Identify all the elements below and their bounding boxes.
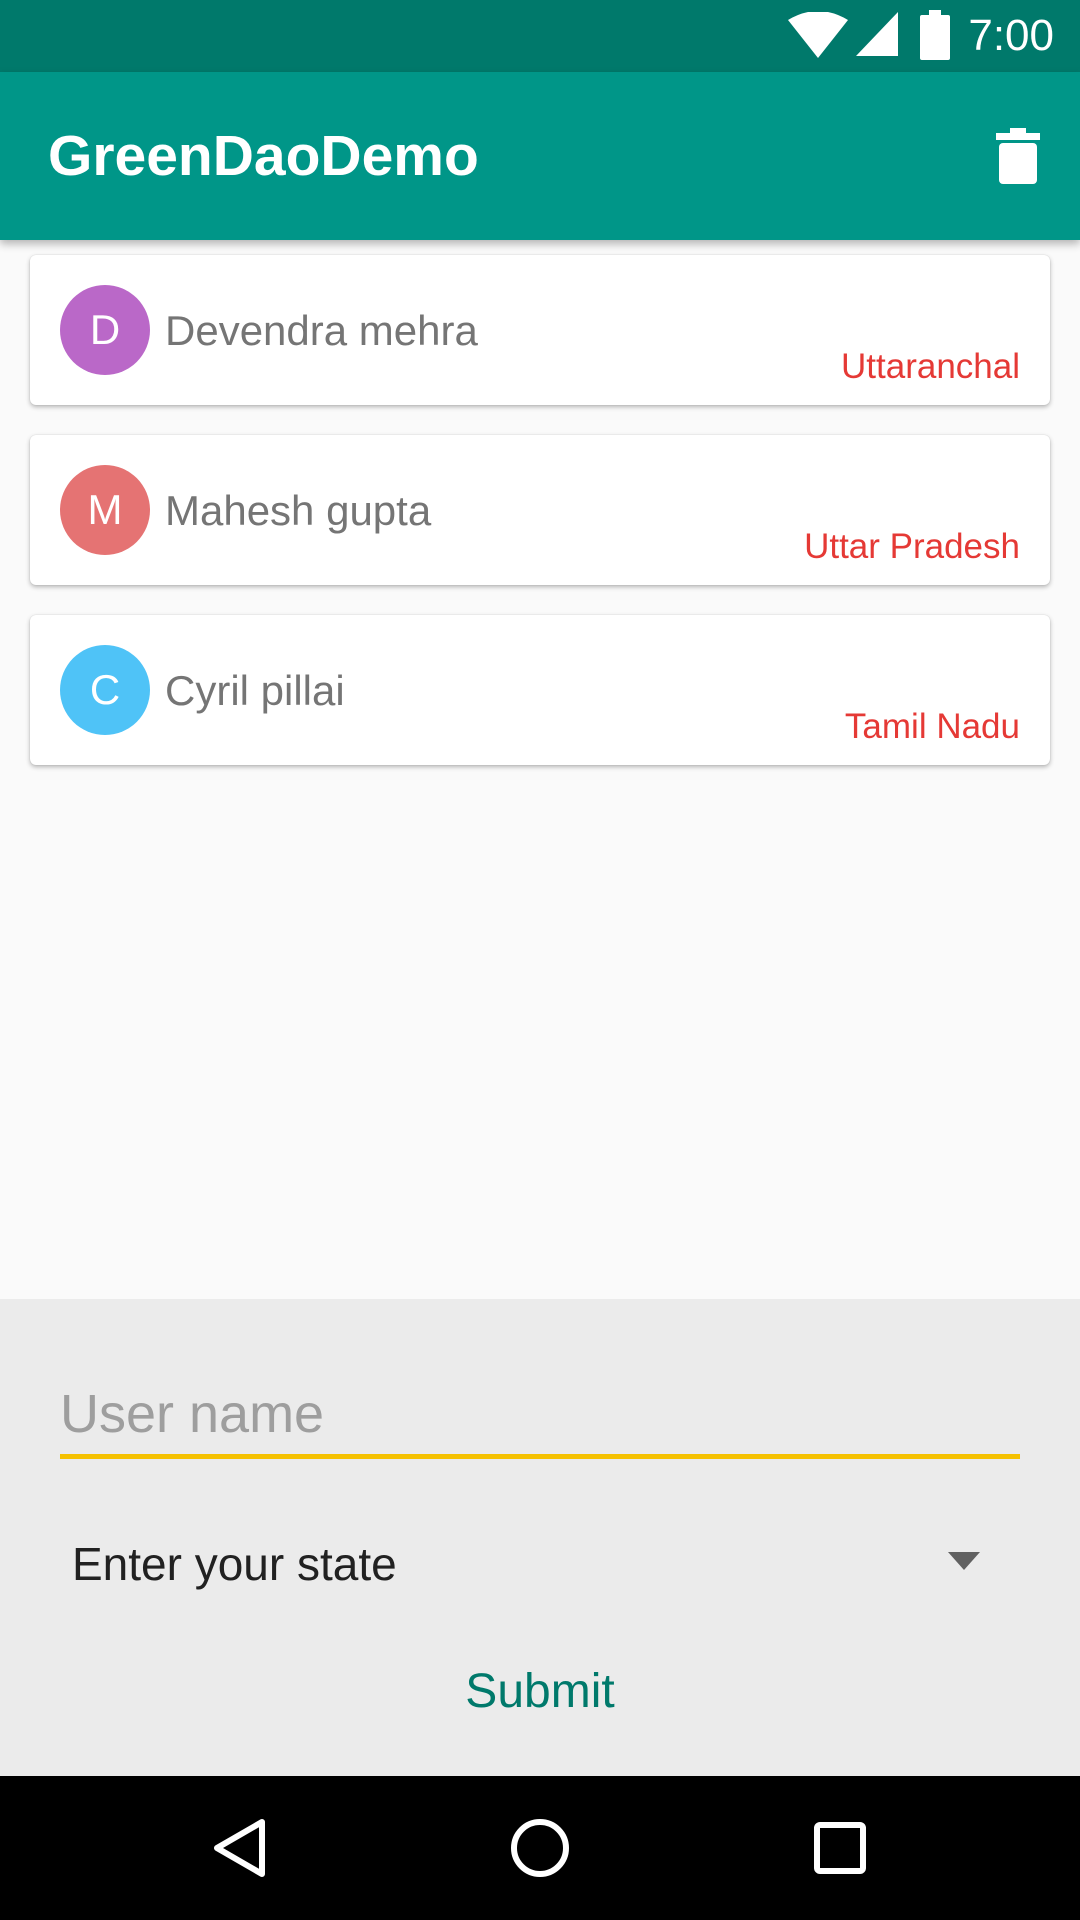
list-item[interactable]: M Mahesh gupta Uttar Pradesh [30, 435, 1050, 585]
delete-all-button[interactable] [976, 114, 1060, 198]
state-dropdown-value: Enter your state [72, 1538, 397, 1590]
home-button[interactable] [490, 1798, 590, 1898]
app-bar: GreenDaoDemo [0, 72, 1080, 240]
back-icon [214, 1819, 265, 1877]
avatar: C [60, 645, 150, 735]
user-name: Mahesh gupta [165, 487, 432, 534]
battery-icon [920, 10, 950, 60]
status-bar: 7:00 [0, 0, 1080, 72]
wifi-icon [788, 12, 848, 58]
user-name: Cyril pillai [165, 667, 345, 714]
navigation-bar [0, 1776, 1080, 1920]
state-dropdown[interactable]: Enter your state [60, 1524, 1000, 1604]
submit-button[interactable]: Submit [390, 1649, 690, 1735]
trash-icon [996, 128, 1040, 184]
signal-icon [856, 12, 898, 56]
recents-icon [814, 1822, 866, 1874]
user-state: Uttar Pradesh [804, 527, 1020, 566]
username-input[interactable] [60, 1374, 1020, 1459]
add-user-form: Enter your state Submit [0, 1299, 1080, 1776]
dropdown-arrow-icon [948, 1552, 980, 1570]
user-state: Uttaranchal [841, 347, 1020, 386]
user-state: Tamil Nadu [844, 707, 1020, 746]
recents-button[interactable] [790, 1798, 890, 1898]
app-title: GreenDaoDemo [48, 124, 479, 188]
list-item[interactable]: C Cyril pillai Tamil Nadu [30, 615, 1050, 765]
avatar: D [60, 285, 150, 375]
list-item[interactable]: D Devendra mehra Uttaranchal [30, 255, 1050, 405]
avatar: M [60, 465, 150, 555]
home-icon [511, 1819, 569, 1877]
app-screen: 7:00 GreenDaoDemo D Devendra mehra Uttar… [0, 0, 1080, 1920]
user-name: Devendra mehra [165, 307, 478, 354]
status-time: 7:00 [968, 11, 1054, 60]
back-button[interactable] [190, 1798, 290, 1898]
